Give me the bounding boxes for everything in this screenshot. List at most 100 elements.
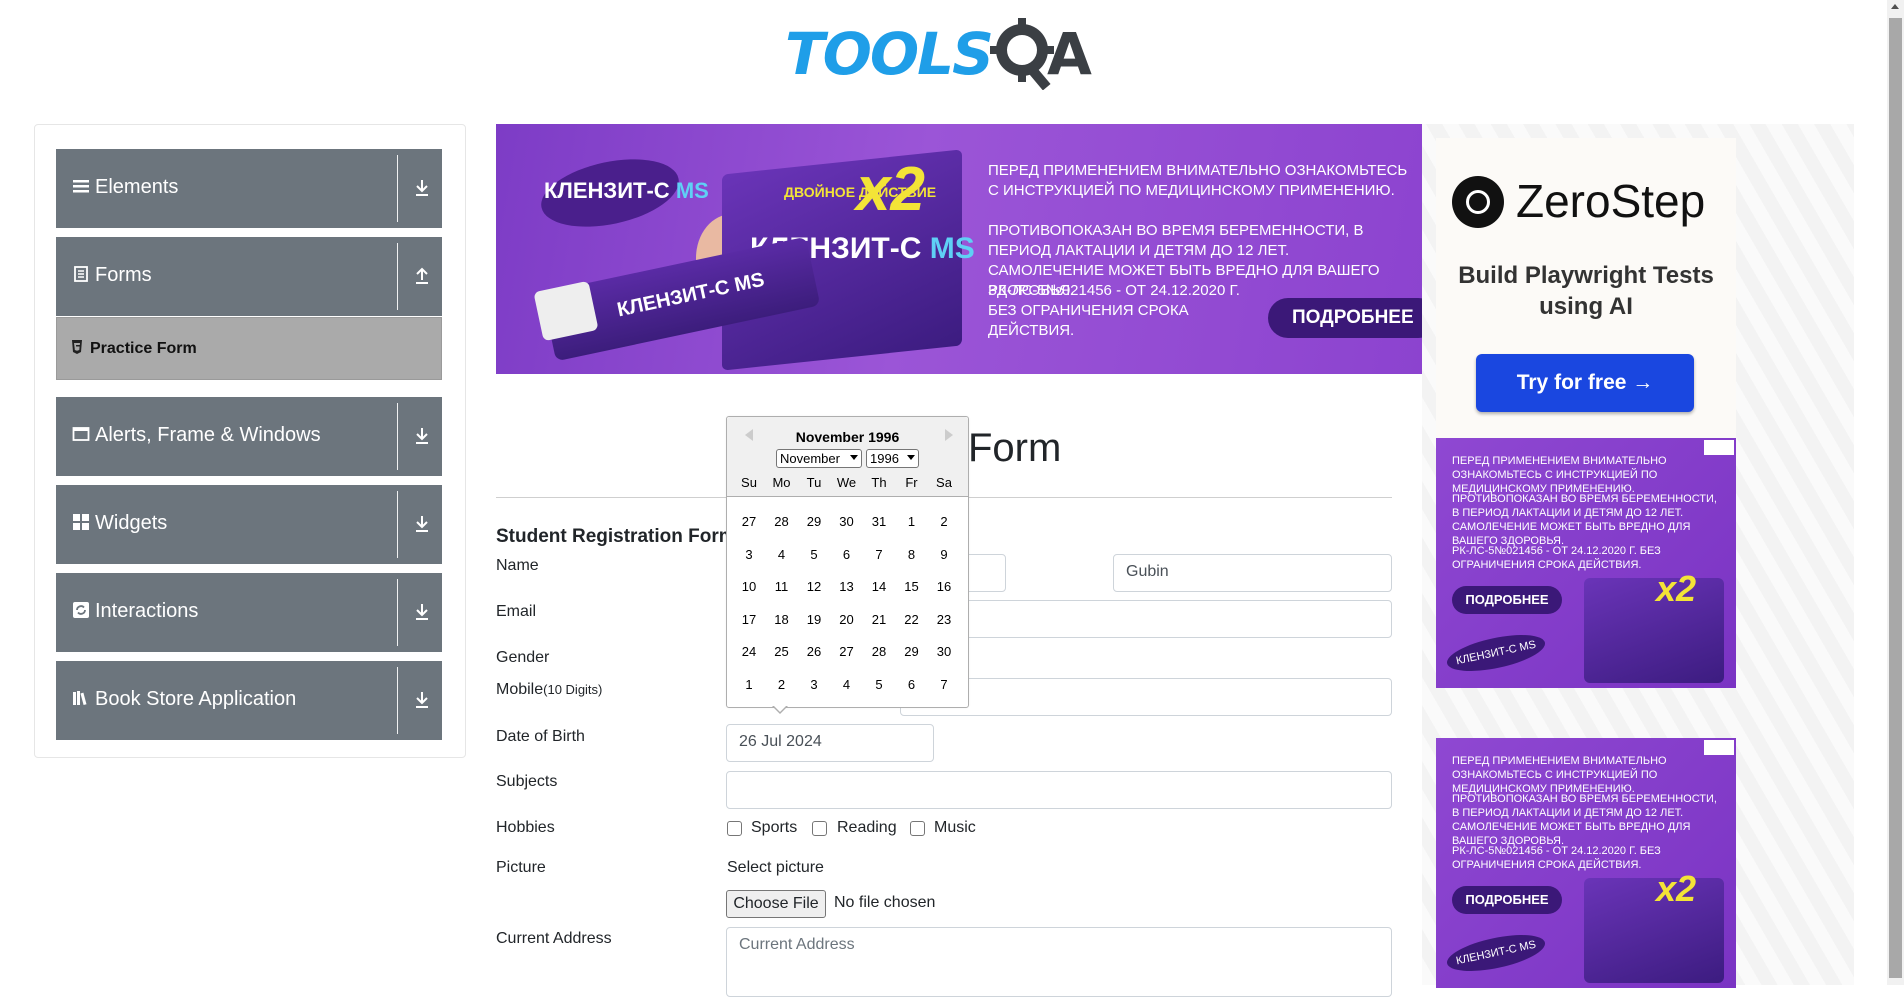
reading-checkbox[interactable] bbox=[812, 821, 827, 836]
calendar-day[interactable]: 29 bbox=[799, 514, 829, 529]
adchoices-icon[interactable] bbox=[1704, 440, 1734, 455]
choose-file-button[interactable]: Choose File bbox=[726, 890, 826, 918]
calendar-day[interactable]: 25 bbox=[767, 644, 797, 659]
sidebar-group-forms[interactable]: Forms bbox=[56, 237, 442, 316]
sidebar-group-book-store[interactable]: Book Store Application bbox=[56, 661, 442, 740]
subjects-input[interactable] bbox=[726, 771, 1392, 809]
toolsqa-logo[interactable]: TOOLS A bbox=[785, 14, 1105, 92]
calendar-day[interactable]: 23 bbox=[929, 612, 959, 627]
ad-warning-3: РК-ЛС-5№021456 - ОТ 24.12.2020 Г. БЕЗ ОГ… bbox=[988, 282, 1240, 339]
calendar-day[interactable]: 21 bbox=[864, 612, 894, 627]
square-ad-1[interactable]: ПЕРЕД ПРИМЕНЕНИЕМ ВНИМАТЕЛЬНО ОЗНАКОМЬТЕ… bbox=[1436, 438, 1736, 688]
calendar-day[interactable]: 15 bbox=[897, 579, 927, 594]
ad-warning-1: ПЕРЕД ПРИМЕНЕНИЕМ ВНИМАТЕЛЬНО ОЗНАКОМЬТЕ… bbox=[988, 162, 1408, 199]
day-name: Su bbox=[741, 475, 757, 490]
calendar-day[interactable]: 5 bbox=[799, 547, 829, 562]
calendar-day[interactable]: 13 bbox=[832, 579, 862, 594]
calendar-day[interactable]: 28 bbox=[864, 644, 894, 659]
calendar-day[interactable]: 29 bbox=[897, 644, 927, 659]
calendar-day[interactable]: 9 bbox=[929, 547, 959, 562]
calendar-day[interactable]: 30 bbox=[832, 514, 862, 529]
calendar-day[interactable]: 6 bbox=[897, 677, 927, 692]
calendar-day[interactable]: 3 bbox=[799, 677, 829, 692]
month-select[interactable]: November bbox=[776, 449, 862, 468]
sidebar-group-interactions[interactable]: Interactions bbox=[56, 573, 442, 652]
sidebar-group-alerts[interactable]: Alerts, Frame & Windows bbox=[56, 397, 442, 476]
reading-label[interactable]: Reading bbox=[837, 819, 897, 837]
calendar-day[interactable]: 24 bbox=[734, 644, 764, 659]
sidebar-group-label: Interactions bbox=[95, 600, 199, 622]
calendar-day[interactable]: 2 bbox=[767, 677, 797, 692]
calendar-day[interactable]: 22 bbox=[897, 612, 927, 627]
ad-text-2: ПРОТИВОПОКАЗАН ВО ВРЕМЯ БЕРЕМЕННОСТИ, В … bbox=[1452, 793, 1717, 847]
calendar-day[interactable]: 27 bbox=[734, 514, 764, 529]
zerostep-logo-icon bbox=[1452, 176, 1504, 228]
ad-more-button[interactable]: ПОДРОБНЕЕ bbox=[1452, 886, 1562, 914]
calendar-day[interactable]: 1 bbox=[734, 677, 764, 692]
calendar-day[interactable]: 11 bbox=[767, 579, 797, 594]
calendar-day[interactable]: 5 bbox=[864, 677, 894, 692]
upload-arrow-icon bbox=[416, 267, 428, 284]
sidebar-group-label: Widgets bbox=[95, 512, 168, 534]
sports-checkbox[interactable] bbox=[727, 821, 742, 836]
hamburger-icon bbox=[73, 180, 89, 193]
sidebar-group-widgets[interactable]: Widgets bbox=[56, 485, 442, 564]
calendar-day[interactable]: 26 bbox=[799, 644, 829, 659]
calendar-day[interactable]: 4 bbox=[767, 547, 797, 562]
ad-brand-pill: КЛЕНЗИТ-С MS bbox=[1443, 627, 1549, 679]
ad-x2-text: x2 bbox=[856, 155, 925, 224]
form-subtitle: Student Registration Form bbox=[496, 526, 736, 547]
banner-ad[interactable]: КЛЕНЗИТ-С MS ДВОЙНОЕ ДЕЙСТВИЕ x2 КЛЕНЗИТ… bbox=[496, 124, 1422, 374]
ad-product-image bbox=[1584, 878, 1724, 983]
calendar-day[interactable]: 18 bbox=[767, 612, 797, 627]
square-ad-2[interactable]: ПЕРЕД ПРИМЕНЕНИЕМ ВНИМАТЕЛЬНО ОЗНАКОМЬТЕ… bbox=[1436, 738, 1736, 988]
calendar-day[interactable]: 16 bbox=[929, 579, 959, 594]
scrollbar-thumb[interactable] bbox=[1889, 18, 1902, 978]
sidebar-group-label: Forms bbox=[95, 264, 152, 286]
calendar-day[interactable]: 8 bbox=[897, 547, 927, 562]
calendar-day[interactable]: 3 bbox=[734, 547, 764, 562]
ad-text-1: ПЕРЕД ПРИМЕНЕНИЕМ ВНИМАТЕЛЬНО ОЗНАКОМЬТЕ… bbox=[1452, 455, 1667, 495]
calendar-day[interactable]: 10 bbox=[734, 579, 764, 594]
cycle-icon bbox=[73, 602, 89, 618]
address-textarea[interactable]: Current Address bbox=[726, 927, 1392, 997]
adchoices-icon[interactable] bbox=[1704, 740, 1734, 755]
mobile-input[interactable] bbox=[900, 678, 1392, 716]
calendar-day[interactable]: 6 bbox=[832, 547, 862, 562]
year-select[interactable]: 1996 bbox=[866, 449, 919, 468]
calendar-day[interactable]: 7 bbox=[864, 547, 894, 562]
calendar-day[interactable]: 14 bbox=[864, 579, 894, 594]
zerostep-ad[interactable]: ZeroStep Build Playwright Tests using AI… bbox=[1436, 138, 1736, 438]
music-label[interactable]: Music bbox=[934, 819, 976, 837]
calendar-day[interactable]: 30 bbox=[929, 644, 959, 659]
mobile-hint: (10 Digits) bbox=[543, 682, 603, 697]
select-picture-label: Select picture bbox=[727, 859, 824, 876]
download-arrow-icon bbox=[416, 692, 428, 708]
calendar-day[interactable]: 2 bbox=[929, 514, 959, 529]
calendar-day[interactable]: 7 bbox=[929, 677, 959, 692]
calendar-day[interactable]: 4 bbox=[832, 677, 862, 692]
zerostep-try-button[interactable]: Try for free → bbox=[1476, 354, 1694, 412]
sidebar-item-practice-form[interactable]: Practice Form bbox=[56, 317, 442, 380]
dob-input[interactable]: 26 Jul 2024 bbox=[726, 724, 934, 762]
logo-text-a: A bbox=[1047, 20, 1092, 88]
last-name-input[interactable]: Gubin bbox=[1113, 554, 1392, 592]
music-checkbox[interactable] bbox=[910, 821, 925, 836]
next-month-icon[interactable] bbox=[945, 429, 953, 441]
calendar-day[interactable]: 12 bbox=[799, 579, 829, 594]
email-input[interactable] bbox=[900, 600, 1392, 638]
calendar-day[interactable]: 28 bbox=[767, 514, 797, 529]
calendar-day[interactable]: 20 bbox=[832, 612, 862, 627]
page-title: Form bbox=[968, 426, 1062, 470]
ad-more-button[interactable]: ПОДРОБНЕЕ bbox=[1268, 298, 1422, 338]
calendar-day[interactable]: 27 bbox=[832, 644, 862, 659]
sports-label[interactable]: Sports bbox=[751, 819, 797, 837]
calendar-day[interactable]: 1 bbox=[897, 514, 927, 529]
calendar-day[interactable]: 19 bbox=[799, 612, 829, 627]
sidebar-group-elements[interactable]: Elements bbox=[56, 149, 442, 228]
scroll-up-icon[interactable] bbox=[1891, 4, 1899, 9]
ad-more-button[interactable]: ПОДРОБНЕЕ bbox=[1452, 586, 1562, 614]
calendar-day[interactable]: 17 bbox=[734, 612, 764, 627]
sidebar-group-label: Alerts, Frame & Windows bbox=[95, 424, 321, 446]
calendar-day[interactable]: 31 bbox=[864, 514, 894, 529]
